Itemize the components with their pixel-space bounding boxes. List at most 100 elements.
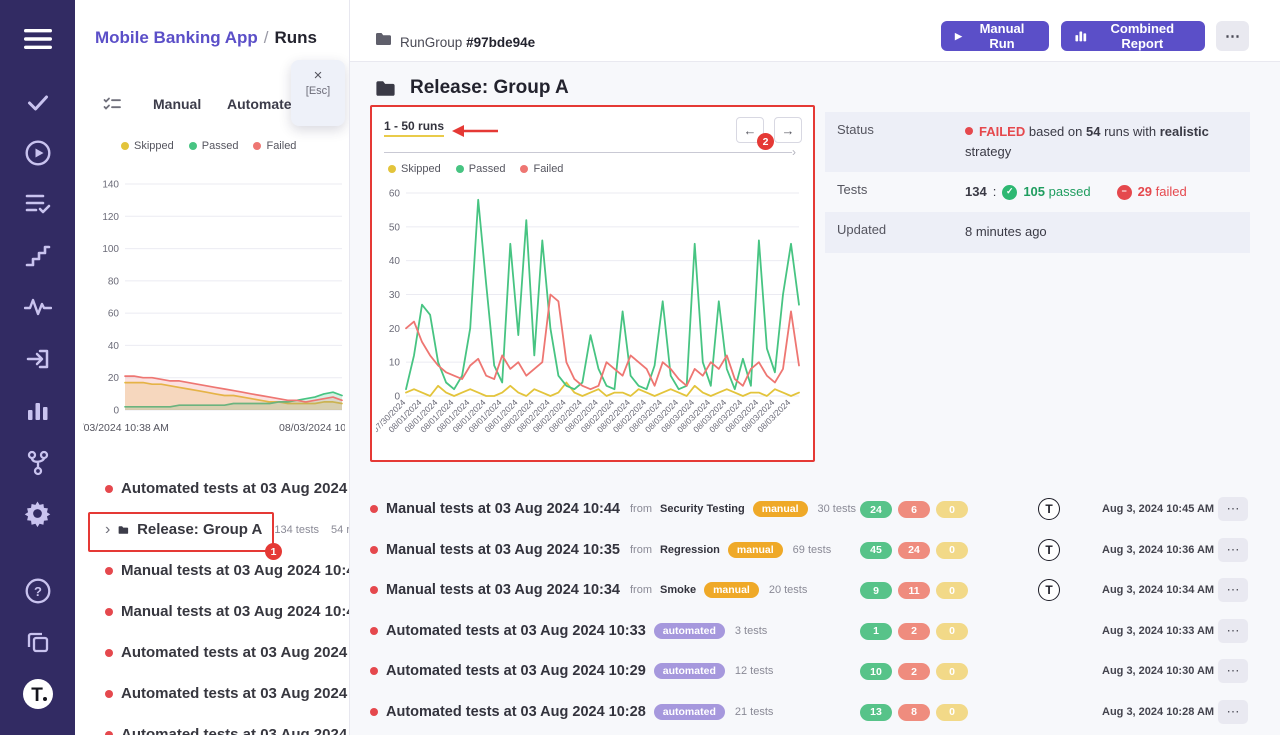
run-title: Automated tests at 03 Aug 2024 10 bbox=[121, 480, 350, 497]
passed-count-pill: 1 bbox=[860, 623, 892, 640]
manual-run-button[interactable]: ▶Manual Run bbox=[941, 21, 1049, 51]
projects-copy-icon[interactable] bbox=[0, 630, 75, 654]
row-more-button[interactable]: ⋯ bbox=[1218, 578, 1248, 602]
folder-icon bbox=[375, 80, 396, 102]
svg-text:40: 40 bbox=[389, 256, 401, 267]
row-more-button[interactable]: ⋯ bbox=[1218, 619, 1248, 643]
failed-status-dot bbox=[105, 485, 113, 493]
run-list-item[interactable]: Manual tests at 03 Aug 2024 10:43 bbox=[75, 550, 350, 591]
help-icon[interactable]: ? bbox=[0, 578, 75, 604]
group-tests-count: 134 tests bbox=[274, 524, 319, 536]
mini-chart-legend: SkippedPassedFailed bbox=[121, 140, 296, 152]
passed-check-icon: ✓ bbox=[1002, 185, 1017, 200]
tests-label: Tests bbox=[837, 182, 965, 202]
manual-badge: manual bbox=[753, 501, 808, 517]
skipped-count-pill: 0 bbox=[936, 582, 968, 599]
svg-text:120: 120 bbox=[102, 212, 119, 223]
run-list-item[interactable]: Automated tests at 03 Aug 2024 1 bbox=[75, 714, 350, 735]
legend-dot bbox=[121, 142, 129, 150]
svg-text:?: ? bbox=[34, 584, 42, 599]
passed-count-pill: 24 bbox=[860, 501, 892, 518]
group-title: Release: Group A bbox=[410, 77, 569, 99]
status-row: Status FAILED based on 54 runs with real… bbox=[825, 112, 1250, 172]
checklist-icon bbox=[103, 97, 121, 118]
row-more-button[interactable]: ⋯ bbox=[1218, 700, 1248, 724]
tab-automated[interactable]: Automated bbox=[227, 96, 300, 112]
legend-passed: Passed bbox=[456, 163, 506, 175]
scroll-arrow-icon: › bbox=[792, 145, 796, 159]
source-suite: Smoke bbox=[660, 584, 696, 596]
from-label: from bbox=[630, 544, 652, 556]
test-plans-icon[interactable] bbox=[0, 192, 75, 216]
combined-report-button[interactable]: Combined Report bbox=[1061, 21, 1205, 51]
row-more-button[interactable]: ⋯ bbox=[1218, 538, 1248, 562]
tests-count: 12 tests bbox=[735, 665, 774, 677]
run-row[interactable]: Manual tests at 03 Aug 2024 10:34 from Smo… bbox=[370, 570, 1250, 611]
from-label: from bbox=[630, 584, 652, 596]
failed-count-pill: 11 bbox=[898, 582, 930, 599]
run-list-item[interactable]: Automated tests at 03 Aug 2024 10 bbox=[75, 632, 350, 673]
runs-play-icon[interactable] bbox=[0, 140, 75, 166]
legend-passed: Passed bbox=[189, 140, 239, 152]
status-value: FAILED based on 54 runs with realisticst… bbox=[965, 122, 1209, 162]
pager-prev-button[interactable]: ← bbox=[736, 117, 764, 143]
svg-text:0: 0 bbox=[113, 406, 119, 417]
chart-scrollbar[interactable] bbox=[384, 152, 792, 153]
run-title: Automated tests at 03 Aug 2024 10 bbox=[121, 685, 350, 702]
run-title: Manual tests at 03 Aug 2024 10:34 bbox=[386, 582, 620, 598]
run-list-item[interactable]: Manual tests at 03 Aug 2024 10:42 bbox=[75, 591, 350, 632]
run-group-item[interactable]: ›Release: Group A134 tests54 r bbox=[75, 509, 350, 550]
project-run-list: Automated tests at 03 Aug 2024 10›Releas… bbox=[75, 468, 350, 735]
run-list-item[interactable]: Automated tests at 03 Aug 2024 10 bbox=[75, 468, 350, 509]
source-suite: Regression bbox=[660, 544, 720, 556]
group-runs-chart: 010203040506007/30/202408/01/202408/01/2… bbox=[376, 181, 809, 458]
legend-dot bbox=[189, 142, 197, 150]
settings-gear-icon[interactable] bbox=[0, 500, 75, 527]
run-date: Aug 3, 2024 10:33 AM bbox=[1102, 625, 1214, 637]
run-row[interactable]: Manual tests at 03 Aug 2024 10:44fromSec… bbox=[370, 489, 1250, 530]
run-list-item[interactable]: Automated tests at 03 Aug 2024 10 bbox=[75, 673, 350, 714]
automated-badge: automated bbox=[654, 663, 725, 679]
group-runs-count: 54 r bbox=[331, 524, 350, 536]
run-title: Manual tests at 03 Aug 2024 10:43 bbox=[121, 562, 350, 579]
status-label: Status bbox=[837, 122, 965, 162]
run-row[interactable]: Manual tests at 03 Aug 2024 10:35 from Reg… bbox=[370, 530, 1250, 571]
tests-value: 134: ✓ 105 passed − 29 failed bbox=[965, 182, 1187, 202]
pager-next-button[interactable]: → bbox=[774, 117, 802, 143]
svg-text:80: 80 bbox=[108, 276, 120, 287]
project-name[interactable]: Mobile Banking App bbox=[95, 28, 258, 47]
run-row[interactable]: Automated tests at 03 Aug 2024 10:29 auto… bbox=[370, 651, 1250, 692]
steps-icon[interactable] bbox=[0, 244, 75, 268]
import-icon[interactable] bbox=[0, 347, 75, 371]
tests-row: Tests 134: ✓ 105 passed − 29 failed bbox=[825, 172, 1250, 212]
run-row[interactable]: Automated tests at 03 Aug 2024 10:28auto… bbox=[370, 692, 1250, 733]
run-row[interactable]: Automated tests at 03 Aug 2024 10:33auto… bbox=[370, 611, 1250, 652]
tasks-check-icon[interactable] bbox=[0, 90, 75, 114]
svg-text:50: 50 bbox=[389, 222, 401, 233]
group-chart-card: 1 - 50 runs ← → › SkippedPassedFailed 01… bbox=[372, 107, 813, 460]
reports-chart-icon[interactable] bbox=[0, 398, 75, 422]
run-date: Aug 3, 2024 10:36 AM bbox=[1102, 544, 1214, 556]
passed-count-pill: 10 bbox=[860, 663, 892, 680]
failed-minus-icon: − bbox=[1117, 185, 1132, 200]
row-more-button[interactable]: ⋯ bbox=[1218, 497, 1248, 521]
close-icon[interactable]: × bbox=[314, 68, 323, 83]
svg-text:T: T bbox=[31, 685, 43, 706]
menu-icon[interactable] bbox=[0, 28, 75, 50]
svg-text:60: 60 bbox=[108, 309, 120, 320]
from-label: from bbox=[630, 503, 652, 515]
branch-icon[interactable] bbox=[0, 450, 75, 476]
row-more-button[interactable]: ⋯ bbox=[1218, 659, 1248, 683]
chevron-right-icon[interactable]: › bbox=[105, 522, 110, 538]
run-title: Automated tests at 03 Aug 2024 10:29 bbox=[386, 663, 646, 679]
testomat-logo[interactable]: T bbox=[0, 678, 75, 710]
legend-failed: Failed bbox=[520, 163, 563, 175]
tab-manual[interactable]: Manual bbox=[153, 96, 201, 112]
svg-text:60: 60 bbox=[389, 189, 401, 200]
skipped-count-pill: 0 bbox=[936, 704, 968, 721]
shortcut-tooltip: × [Esc] bbox=[291, 60, 345, 126]
run-title: Manual tests at 03 Aug 2024 10:35 bbox=[386, 542, 620, 558]
legend-failed: Failed bbox=[253, 140, 296, 152]
pulse-analytics-icon[interactable] bbox=[0, 295, 75, 317]
header-more-button[interactable]: ⋯ bbox=[1216, 21, 1249, 51]
